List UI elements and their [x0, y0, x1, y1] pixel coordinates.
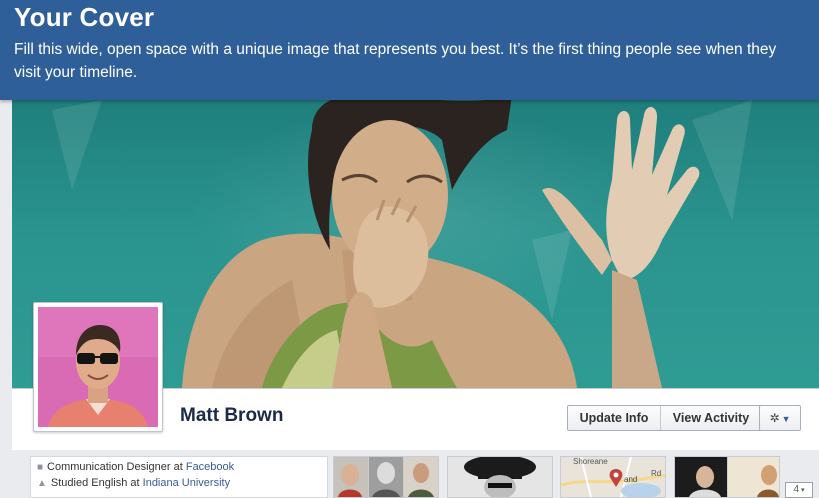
graduation-cap-icon: ▲	[37, 478, 47, 489]
map-label-mid: Rd	[651, 469, 662, 478]
briefcase-icon: ■	[37, 462, 44, 473]
map-label-place: and	[624, 475, 638, 484]
education-link[interactable]: Indiana University	[143, 477, 230, 489]
map-label-top: Shoreane	[573, 457, 608, 466]
chevron-down-icon: ▼	[781, 414, 791, 424]
gear-icon: ✲	[769, 411, 780, 425]
chevron-down-icon: ▾	[801, 487, 805, 494]
profile-picture[interactable]	[33, 302, 163, 432]
settings-dropdown-button[interactable]: ✲ ▼	[759, 405, 801, 431]
profile-name[interactable]: Matt Brown	[180, 405, 283, 427]
avatar	[38, 307, 158, 427]
work-link[interactable]: Facebook	[186, 461, 234, 473]
page-stepper[interactable]: 4 ▾	[785, 482, 813, 498]
profile-actions: Update Info View Activity	[567, 405, 762, 431]
education-info: ▲ Studied English at Indiana University	[37, 477, 231, 489]
cover-intro-banner: Your Cover Fill this wide, open space wi…	[0, 0, 819, 100]
banner-description: Fill this wide, open space with a unique…	[14, 41, 777, 81]
work-info: ■ Communication Designer at Facebook	[37, 461, 235, 473]
update-info-button[interactable]: Update Info	[568, 406, 661, 430]
view-activity-button[interactable]: View Activity	[661, 406, 761, 430]
banner-title: Your Cover	[14, 2, 155, 32]
